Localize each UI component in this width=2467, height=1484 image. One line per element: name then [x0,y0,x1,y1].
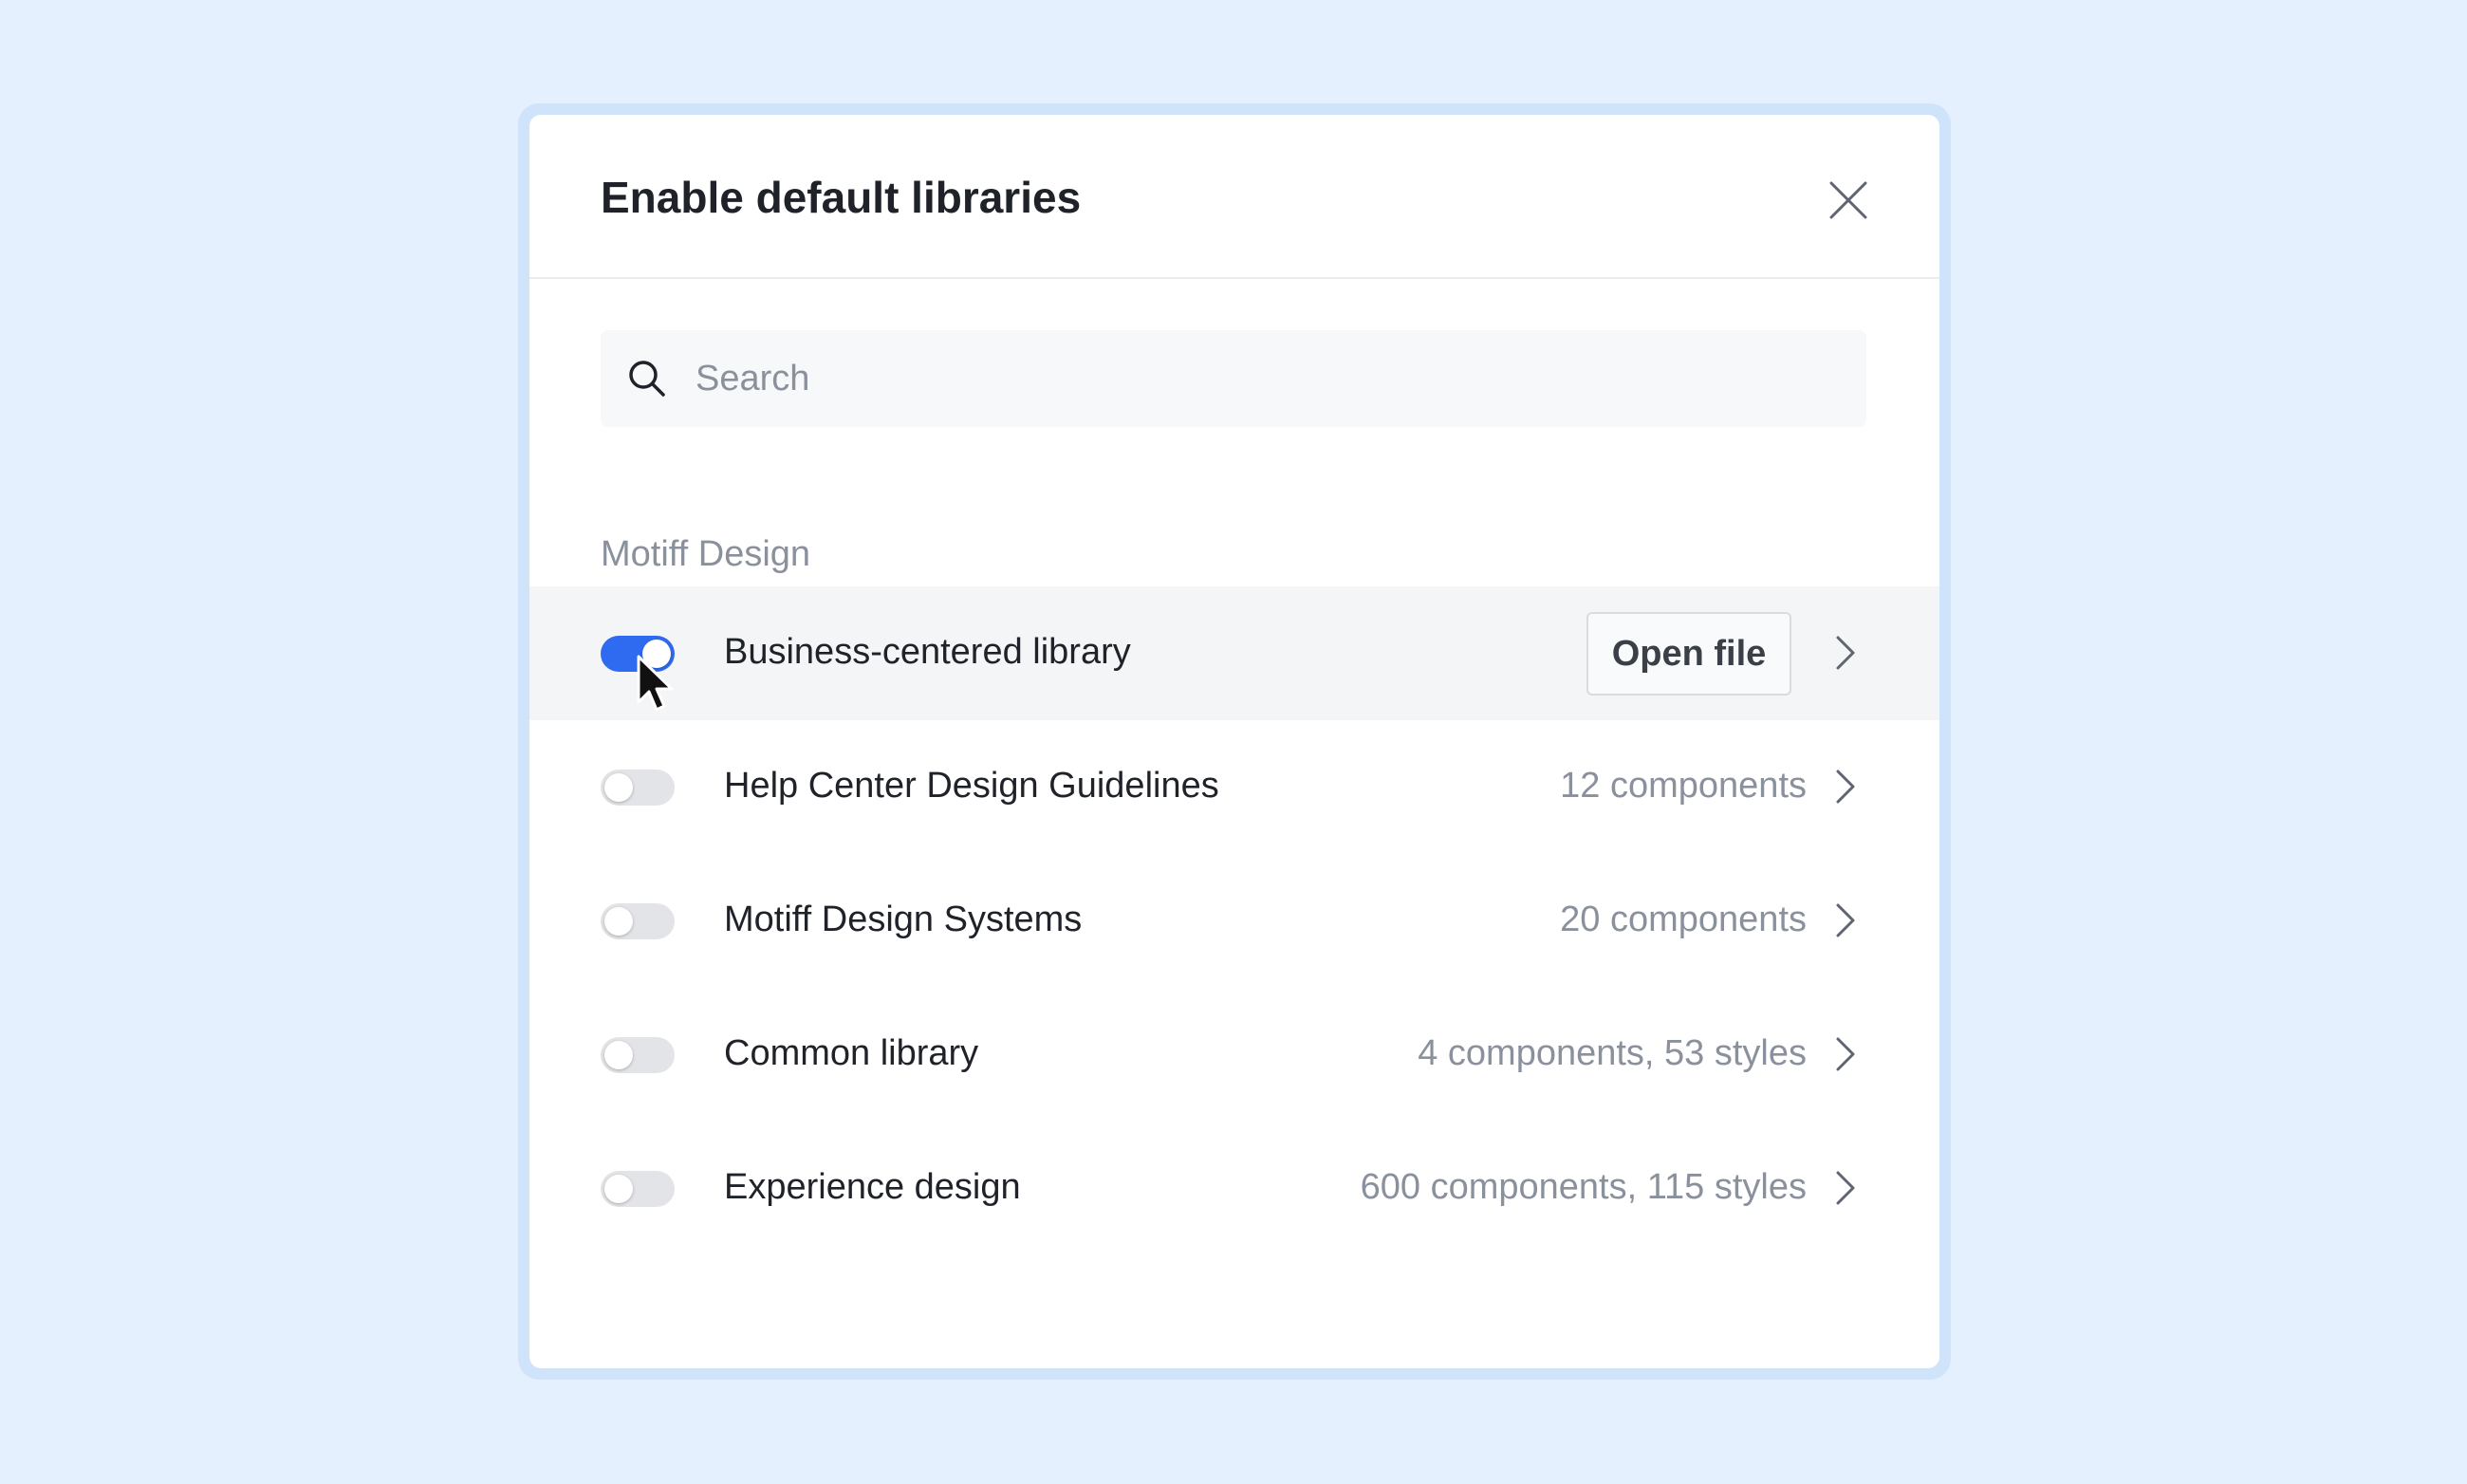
library-row[interactable]: Business-centered library Open file [529,586,1939,720]
library-toggle[interactable] [601,636,675,672]
library-meta: 12 components [1560,766,1807,806]
library-row[interactable]: Motiff Design Systems 20 components [529,854,1939,988]
library-name: Business-centered library [724,632,1131,672]
search-box[interactable] [601,330,1866,427]
chevron-right-icon[interactable] [1826,901,1864,939]
chevron-right-icon[interactable] [1826,634,1864,672]
library-row[interactable]: Experience design 600 components, 115 sty… [529,1122,1939,1255]
library-name: Experience design [724,1167,1021,1207]
library-toggle[interactable] [601,1171,675,1207]
library-name: Common library [724,1033,979,1073]
library-name: Motiff Design Systems [724,900,1083,939]
dialog-title: Enable default libraries [601,173,1082,222]
library-meta: 4 components, 53 styles [1418,1033,1807,1073]
search-input[interactable] [696,330,1834,427]
section-title: Motiff Design [601,534,811,574]
library-meta: 600 components, 115 styles [1360,1167,1807,1207]
chevron-right-icon[interactable] [1826,1035,1864,1073]
library-toggle[interactable] [601,1037,675,1073]
open-file-button[interactable]: Open file [1586,612,1791,696]
close-button[interactable] [1820,172,1877,229]
toggle-knob [604,1175,633,1203]
toggle-knob [604,773,633,802]
toggle-knob [604,1041,633,1069]
library-name: Help Center Design Guidelines [724,766,1219,806]
chevron-right-icon[interactable] [1826,1169,1864,1207]
enable-libraries-dialog: Enable default libraries Motiff Design B… [529,115,1939,1368]
search-icon [629,361,665,397]
library-row[interactable]: Help Center Design Guidelines 12 componen… [529,720,1939,854]
dialog-frame: Enable default libraries Motiff Design B… [518,103,1951,1380]
chevron-right-icon[interactable] [1826,768,1864,806]
dialog-header: Enable default libraries [529,115,1939,279]
library-toggle[interactable] [601,903,675,939]
close-icon [1829,181,1867,219]
library-row[interactable]: Common library 4 components, 53 styles [529,988,1939,1122]
toggle-knob [642,640,671,668]
toggle-knob [604,907,633,936]
library-toggle[interactable] [601,770,675,806]
library-meta: 20 components [1560,900,1807,939]
